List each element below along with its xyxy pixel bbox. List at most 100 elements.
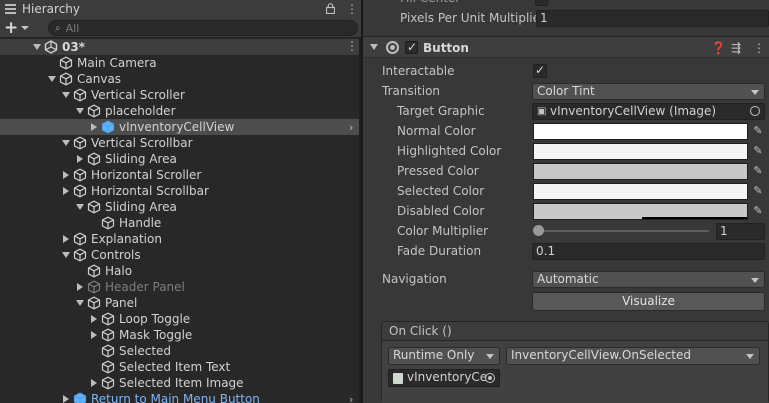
- hierarchy-row[interactable]: Loop Toggle: [0, 311, 361, 327]
- target-graphic-field[interactable]: ▣ vInventoryCellView (Image): [532, 103, 765, 120]
- button-component-header[interactable]: ✓ Button ❓ ⇶ ⋮: [363, 36, 769, 58]
- search-input[interactable]: [65, 21, 326, 35]
- fade-duration-field[interactable]: 0.1: [532, 243, 765, 260]
- target-graphic-row: Target Graphic ▣ vInventoryCellView (Ima…: [363, 101, 769, 121]
- hierarchy-search[interactable]: ⌕: [48, 20, 358, 36]
- foldout-expanded-icon[interactable]: [75, 199, 85, 215]
- hierarchy-row-label: 03*: [62, 40, 85, 54]
- selected-color-swatch[interactable]: [533, 183, 748, 200]
- hierarchy-row[interactable]: Sliding Area: [0, 199, 361, 215]
- hierarchy-row[interactable]: Sliding Area: [0, 151, 361, 167]
- color-multiplier-slider-handle[interactable]: [533, 225, 544, 236]
- hierarchy-row[interactable]: Vertical Scrollbar: [0, 135, 361, 151]
- eyedropper-icon[interactable]: ✎: [751, 204, 765, 218]
- normal-color-label: Normal Color: [397, 124, 476, 138]
- lock-icon[interactable]: [326, 3, 335, 14]
- pixels-per-unit-field[interactable]: 1: [536, 10, 769, 27]
- scene-row[interactable]: 03* ⋮: [0, 39, 361, 55]
- open-prefab-icon[interactable]: ›: [349, 393, 353, 403]
- color-multiplier-field[interactable]: 1: [716, 223, 765, 240]
- onclick-title: On Click (): [389, 324, 452, 338]
- foldout-collapsed-icon[interactable]: [89, 119, 99, 135]
- hierarchy-row[interactable]: Selected Item Image: [0, 375, 361, 391]
- component-menu-icon[interactable]: ⋮: [753, 40, 765, 56]
- pixels-per-unit-row: Pixels Per Unit Multiplier 1: [363, 8, 769, 28]
- foldout-expanded-icon[interactable]: [47, 71, 57, 87]
- hierarchy-row[interactable]: Main Camera: [0, 55, 361, 71]
- eyedropper-icon[interactable]: ✎: [751, 124, 765, 138]
- hierarchy-row[interactable]: Horizontal Scrollbar: [0, 183, 361, 199]
- gameobject-icon: [87, 200, 101, 214]
- chevron-down-icon: [486, 354, 494, 359]
- gameobject-icon: [87, 104, 101, 118]
- fill-center-checkbox[interactable]: [535, 0, 548, 6]
- object-picker-icon[interactable]: [750, 106, 760, 116]
- object-picker-icon[interactable]: [485, 373, 495, 383]
- foldout-collapsed-icon[interactable]: [61, 391, 71, 403]
- add-object-button[interactable]: +: [4, 20, 32, 37]
- hierarchy-row-label: Handle: [119, 216, 162, 230]
- hierarchy-row[interactable]: Halo: [0, 263, 361, 279]
- navigation-dropdown[interactable]: Automatic: [532, 271, 765, 288]
- color-multiplier-slider-track[interactable]: [539, 230, 709, 232]
- hierarchy-row[interactable]: Vertical Scroller: [0, 87, 361, 103]
- eyedropper-icon[interactable]: ✎: [751, 184, 765, 198]
- foldout-collapsed-icon[interactable]: [75, 279, 85, 295]
- gameobject-icon: [87, 296, 101, 310]
- transition-dropdown[interactable]: Color Tint: [532, 83, 765, 100]
- more-options-icon[interactable]: ⋮: [346, 3, 358, 15]
- foldout-collapsed-icon[interactable]: [89, 327, 99, 343]
- component-enable-checkbox[interactable]: ✓: [405, 40, 418, 54]
- scene-menu-icon[interactable]: ⋮: [346, 39, 358, 53]
- hierarchy-row[interactable]: Return to Main Menu Button ›: [0, 391, 361, 403]
- foldout-expanded-icon[interactable]: [61, 247, 71, 263]
- normal-color-swatch[interactable]: [533, 123, 748, 140]
- hierarchy-row[interactable]: placeholder: [0, 103, 361, 119]
- visualize-button[interactable]: Visualize: [532, 292, 765, 311]
- navigation-row: Navigation Automatic: [363, 269, 769, 289]
- pressed-color-swatch[interactable]: [533, 163, 748, 180]
- foldout-expanded-icon[interactable]: [75, 103, 85, 119]
- hierarchy-row[interactable]: Handle: [0, 215, 361, 231]
- hierarchy-tab[interactable]: Hierarchy ⋮: [0, 0, 361, 18]
- foldout-collapsed-icon[interactable]: [61, 183, 71, 199]
- help-icon[interactable]: ❓: [711, 40, 726, 56]
- hierarchy-row[interactable]: Explanation: [0, 231, 361, 247]
- highlighted-color-swatch[interactable]: [533, 143, 748, 160]
- presets-icon[interactable]: ⇶: [731, 40, 741, 56]
- call-state-dropdown[interactable]: Runtime Only: [388, 347, 500, 365]
- hierarchy-row[interactable]: Header Panel: [0, 279, 361, 295]
- hierarchy-row[interactable]: Mask Toggle: [0, 327, 361, 343]
- hierarchy-row[interactable]: Canvas: [0, 71, 361, 87]
- foldout-expanded-icon[interactable]: [61, 135, 71, 151]
- foldout-expanded-icon[interactable]: [32, 39, 42, 55]
- highlighted-color-label: Highlighted Color: [397, 144, 502, 158]
- disabled-color-swatch[interactable]: [533, 203, 748, 220]
- hierarchy-row[interactable]: Horizontal Scroller: [0, 167, 361, 183]
- foldout-arrow-icon[interactable]: [370, 44, 378, 50]
- interactable-checkbox[interactable]: ✓: [533, 63, 547, 78]
- hierarchy-row[interactable]: Controls: [0, 247, 361, 263]
- eyedropper-icon[interactable]: ✎: [751, 164, 765, 178]
- foldout-collapsed-icon[interactable]: [61, 167, 71, 183]
- method-dropdown[interactable]: InventoryCellView.OnSelected: [506, 347, 760, 365]
- foldout-collapsed-icon[interactable]: [89, 375, 99, 391]
- prefab-icon: [73, 392, 87, 403]
- foldout-collapsed-icon[interactable]: [61, 231, 71, 247]
- hierarchy-row[interactable]: Selected Item Text: [0, 359, 361, 375]
- pixels-per-unit-label: Pixels Per Unit Multiplier: [400, 11, 545, 25]
- hierarchy-row[interactable]: vInventoryCellView ›: [0, 119, 361, 135]
- gameobject-icon: [59, 72, 73, 86]
- target-object-field[interactable]: vInventoryCe: [388, 369, 500, 387]
- hierarchy-row[interactable]: Panel: [0, 295, 361, 311]
- eyedropper-icon[interactable]: ✎: [751, 144, 765, 158]
- hierarchy-tab-title: Hierarchy: [22, 2, 81, 16]
- foldout-expanded-icon[interactable]: [75, 295, 85, 311]
- open-prefab-icon[interactable]: ›: [349, 121, 353, 134]
- disabled-color-label: Disabled Color: [397, 204, 485, 218]
- hierarchy-row[interactable]: Selected: [0, 343, 361, 359]
- foldout-expanded-icon[interactable]: [61, 87, 71, 103]
- target-graphic-value: vInventoryCellView (Image): [550, 104, 717, 118]
- foldout-collapsed-icon[interactable]: [75, 151, 85, 167]
- foldout-collapsed-icon[interactable]: [89, 311, 99, 327]
